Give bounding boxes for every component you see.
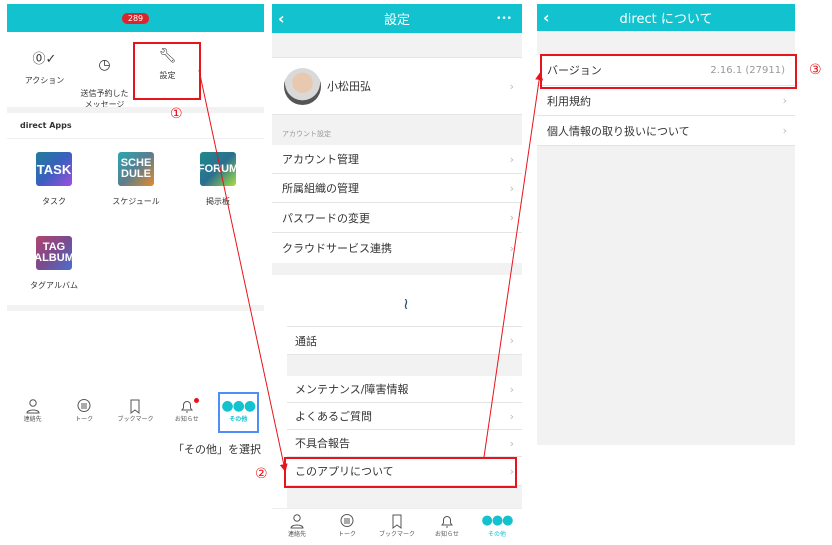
annotation-arrows — [198, 69, 544, 472]
arrow-step1-to-step2 — [198, 69, 288, 472]
arrow-step2-to-step3 — [483, 72, 544, 458]
